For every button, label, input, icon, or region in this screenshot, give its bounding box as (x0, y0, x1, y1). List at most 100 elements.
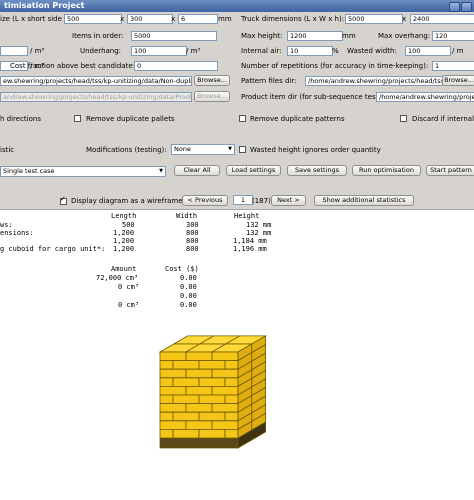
start-pattern-button[interactable]: Start pattern (426, 165, 474, 176)
underhang-input[interactable]: 100 (131, 46, 187, 56)
result-length: 1,200 (113, 245, 135, 253)
height-header: Height (234, 212, 260, 220)
item-width-input[interactable]: 300 (127, 14, 173, 24)
directions-label: h directions (0, 115, 41, 123)
box (159, 420, 187, 430)
show-statistics-button[interactable]: Show additional statistics (314, 195, 414, 206)
run-optimisation-button[interactable]: Run optimisation (352, 165, 421, 176)
max-overhang-input[interactable]: 120 (432, 31, 474, 41)
wireframe-checkbox[interactable] (60, 195, 67, 205)
clear-all-button[interactable]: Clear All (174, 165, 220, 176)
cost-value: 0.00 (180, 301, 197, 309)
browse-button-disabled[interactable]: Browse... (194, 91, 230, 102)
box (224, 360, 239, 370)
maximize-icon[interactable] (461, 2, 472, 12)
box (172, 394, 200, 404)
result-row-label: ws: (0, 221, 13, 229)
previous-button[interactable]: < Previous (182, 195, 228, 206)
truck-length-input[interactable]: 5000 (345, 14, 403, 24)
product-item-dir-label: Product item dir (for sub-sequence test)… (241, 93, 384, 101)
box (185, 386, 213, 396)
pallet-front (159, 437, 239, 449)
pattern-files-dir-input[interactable]: /home/andrew.shewring/projects/head/tss/… (305, 76, 443, 86)
unit-label: / m³ (186, 47, 201, 55)
box (172, 429, 200, 439)
result-width: 800 (186, 237, 199, 245)
chevron-down-icon: ▼ (228, 146, 232, 152)
cost-fraction-input[interactable]: 0 (134, 61, 218, 71)
page-number-input[interactable]: 1 (233, 195, 253, 205)
max-height-label: Max height: (241, 32, 283, 40)
result-length: 500 (122, 221, 135, 229)
cost-value: 0.00 (180, 292, 197, 300)
unit-label: mm (218, 15, 232, 23)
title-bar: timisation Project (0, 0, 474, 12)
box (211, 351, 239, 361)
page-total-label: (187) (252, 197, 271, 205)
modifications-select[interactable]: None ▼ (171, 144, 235, 155)
item-length-input[interactable]: 500 (64, 14, 122, 24)
test-case-select[interactable]: Single test case ▼ (0, 166, 166, 177)
next-button[interactable]: Next > (271, 195, 306, 206)
discard-label: Discard if internal (412, 115, 474, 123)
box (211, 386, 239, 396)
box (198, 394, 226, 404)
box (159, 411, 174, 422)
remove-duplicate-patterns-label: Remove duplicate patterns (250, 115, 345, 123)
truck-dimensions-label: Truck dimensions (L x W x h): (241, 15, 345, 23)
box (172, 360, 200, 370)
input-file-path[interactable]: ew.shewring/projects/head/tss/kp-unitizi… (0, 76, 192, 86)
items-in-order-input[interactable]: 5000 (131, 31, 217, 41)
settings-panel (0, 12, 474, 210)
box (159, 394, 174, 404)
window-title: timisation Project (4, 1, 85, 10)
remove-duplicate-pallets-label: Remove duplicate pallets (86, 115, 175, 123)
product-file-path[interactable]: andrew.shewring/projects/head/tss/kp-uni… (0, 92, 192, 102)
result-length: 1,200 (113, 237, 135, 245)
box (198, 360, 226, 370)
chevron-down-icon: ▼ (159, 168, 163, 174)
box (224, 394, 239, 404)
internal-air-label: Internal air: (241, 47, 282, 55)
minimize-icon[interactable] (449, 2, 460, 12)
result-height: 1,184 mm (233, 237, 267, 245)
repetitions-input[interactable]: 1 (432, 61, 474, 71)
result-height: 132 mm (246, 221, 272, 229)
result-height: 1,196 mm (233, 245, 267, 253)
box (185, 368, 213, 379)
wasted-height-label: Wasted height ignores order quantity (250, 146, 381, 154)
cost-amount: 0 cm³ (118, 301, 140, 309)
test-case-value: Single test case (3, 167, 55, 175)
box (159, 368, 187, 379)
remove-duplicate-patterns-checkbox[interactable] (239, 115, 246, 122)
box (185, 420, 213, 430)
product-item-dir-input[interactable]: /home/andrew.shewring/projects/head/tss/… (376, 92, 474, 102)
pattern-browse-button[interactable]: Browse... (442, 75, 474, 86)
box (159, 360, 174, 370)
remove-duplicate-pallets-checkbox[interactable] (74, 115, 81, 122)
box (211, 420, 239, 430)
item-height-input[interactable]: 6 (178, 14, 218, 24)
times-sign: x (120, 15, 125, 23)
discard-checkbox[interactable] (400, 115, 407, 122)
internal-air-input[interactable]: 10 (287, 46, 333, 56)
wasted-width-label: Wasted width: (347, 47, 397, 55)
max-height-input[interactable]: 1200 (287, 31, 343, 41)
wasted-width-unit: / m (452, 47, 464, 55)
cost-fraction-label: Cost fraction above best candidate: (10, 62, 136, 70)
box (159, 403, 187, 413)
save-settings-button[interactable]: Save settings (287, 165, 347, 176)
box (224, 377, 239, 387)
pallet-diagram (158, 335, 268, 449)
amount-header: Amount (111, 265, 137, 273)
wasted-height-checkbox[interactable] (239, 146, 246, 153)
box (185, 351, 213, 361)
truck-width-input[interactable]: 2400 (410, 14, 474, 24)
cost-per-volume-input[interactable] (0, 46, 28, 56)
result-row-label: ensions: (0, 229, 34, 237)
wasted-width-input[interactable]: 100 (405, 46, 451, 56)
internal-air-unit: % (332, 47, 339, 55)
browse-button[interactable]: Browse... (194, 75, 230, 86)
box (211, 403, 239, 413)
load-settings-button[interactable]: Load settings (226, 165, 281, 176)
